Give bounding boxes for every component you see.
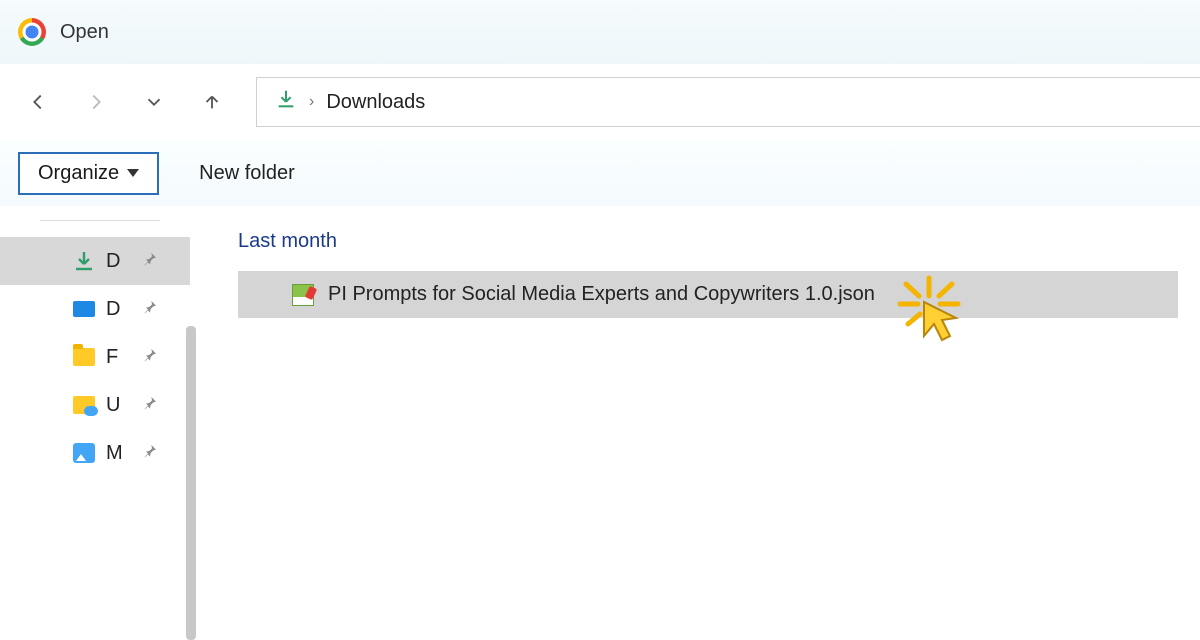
chrome-icon bbox=[18, 18, 46, 46]
sidebar-item-label: M bbox=[106, 442, 132, 465]
sidebar-item-desktop[interactable]: D bbox=[0, 285, 190, 333]
json-file-icon bbox=[292, 284, 314, 306]
recent-locations-button[interactable] bbox=[140, 88, 168, 116]
titlebar: Open bbox=[0, 0, 1200, 64]
sidebar-item-user-cloud[interactable]: U bbox=[0, 381, 190, 429]
pin-icon bbox=[142, 298, 158, 321]
up-button[interactable] bbox=[198, 88, 226, 116]
download-location-icon bbox=[275, 88, 297, 116]
file-name: PI Prompts for Social Media Experts and … bbox=[328, 283, 875, 306]
back-button[interactable] bbox=[24, 88, 52, 116]
sidebar-item-label: D bbox=[106, 250, 132, 273]
file-row[interactable]: PI Prompts for Social Media Experts and … bbox=[238, 271, 1178, 318]
new-folder-button[interactable]: New folder bbox=[199, 162, 295, 185]
pin-icon bbox=[142, 346, 158, 369]
sidebar-divider bbox=[40, 220, 160, 221]
sidebar: D D F U M bbox=[0, 206, 190, 640]
address-bar[interactable]: › Downloads bbox=[256, 77, 1200, 127]
download-icon bbox=[72, 249, 96, 273]
forward-button[interactable] bbox=[82, 88, 110, 116]
organize-label: Organize bbox=[38, 162, 119, 185]
toolbar: Organize New folder bbox=[0, 140, 1200, 206]
sidebar-item-label: F bbox=[106, 346, 132, 369]
chevron-down-icon bbox=[127, 169, 139, 177]
desktop-icon bbox=[72, 297, 96, 321]
pin-icon bbox=[142, 394, 158, 417]
sidebar-item-folder[interactable]: F bbox=[0, 333, 190, 381]
folder-icon bbox=[72, 345, 96, 369]
breadcrumb-separator: › bbox=[309, 93, 314, 111]
pin-icon bbox=[142, 442, 158, 465]
nav-row: › Downloads bbox=[0, 64, 1200, 140]
image-icon bbox=[72, 441, 96, 465]
sidebar-item-images[interactable]: M bbox=[0, 429, 190, 477]
sidebar-item-label: U bbox=[106, 394, 132, 417]
pin-icon bbox=[142, 250, 158, 273]
group-header[interactable]: Last month bbox=[238, 230, 1200, 253]
sidebar-item-label: D bbox=[106, 298, 132, 321]
cloud-folder-icon bbox=[72, 393, 96, 417]
nav-buttons bbox=[24, 88, 226, 116]
content-pane: Last month PI Prompts for Social Media E… bbox=[190, 206, 1200, 640]
body: D D F U M bbox=[0, 206, 1200, 640]
window-title: Open bbox=[60, 21, 109, 44]
breadcrumb-location[interactable]: Downloads bbox=[326, 91, 425, 114]
organize-button[interactable]: Organize bbox=[18, 152, 159, 195]
sidebar-item-downloads[interactable]: D bbox=[0, 237, 190, 285]
